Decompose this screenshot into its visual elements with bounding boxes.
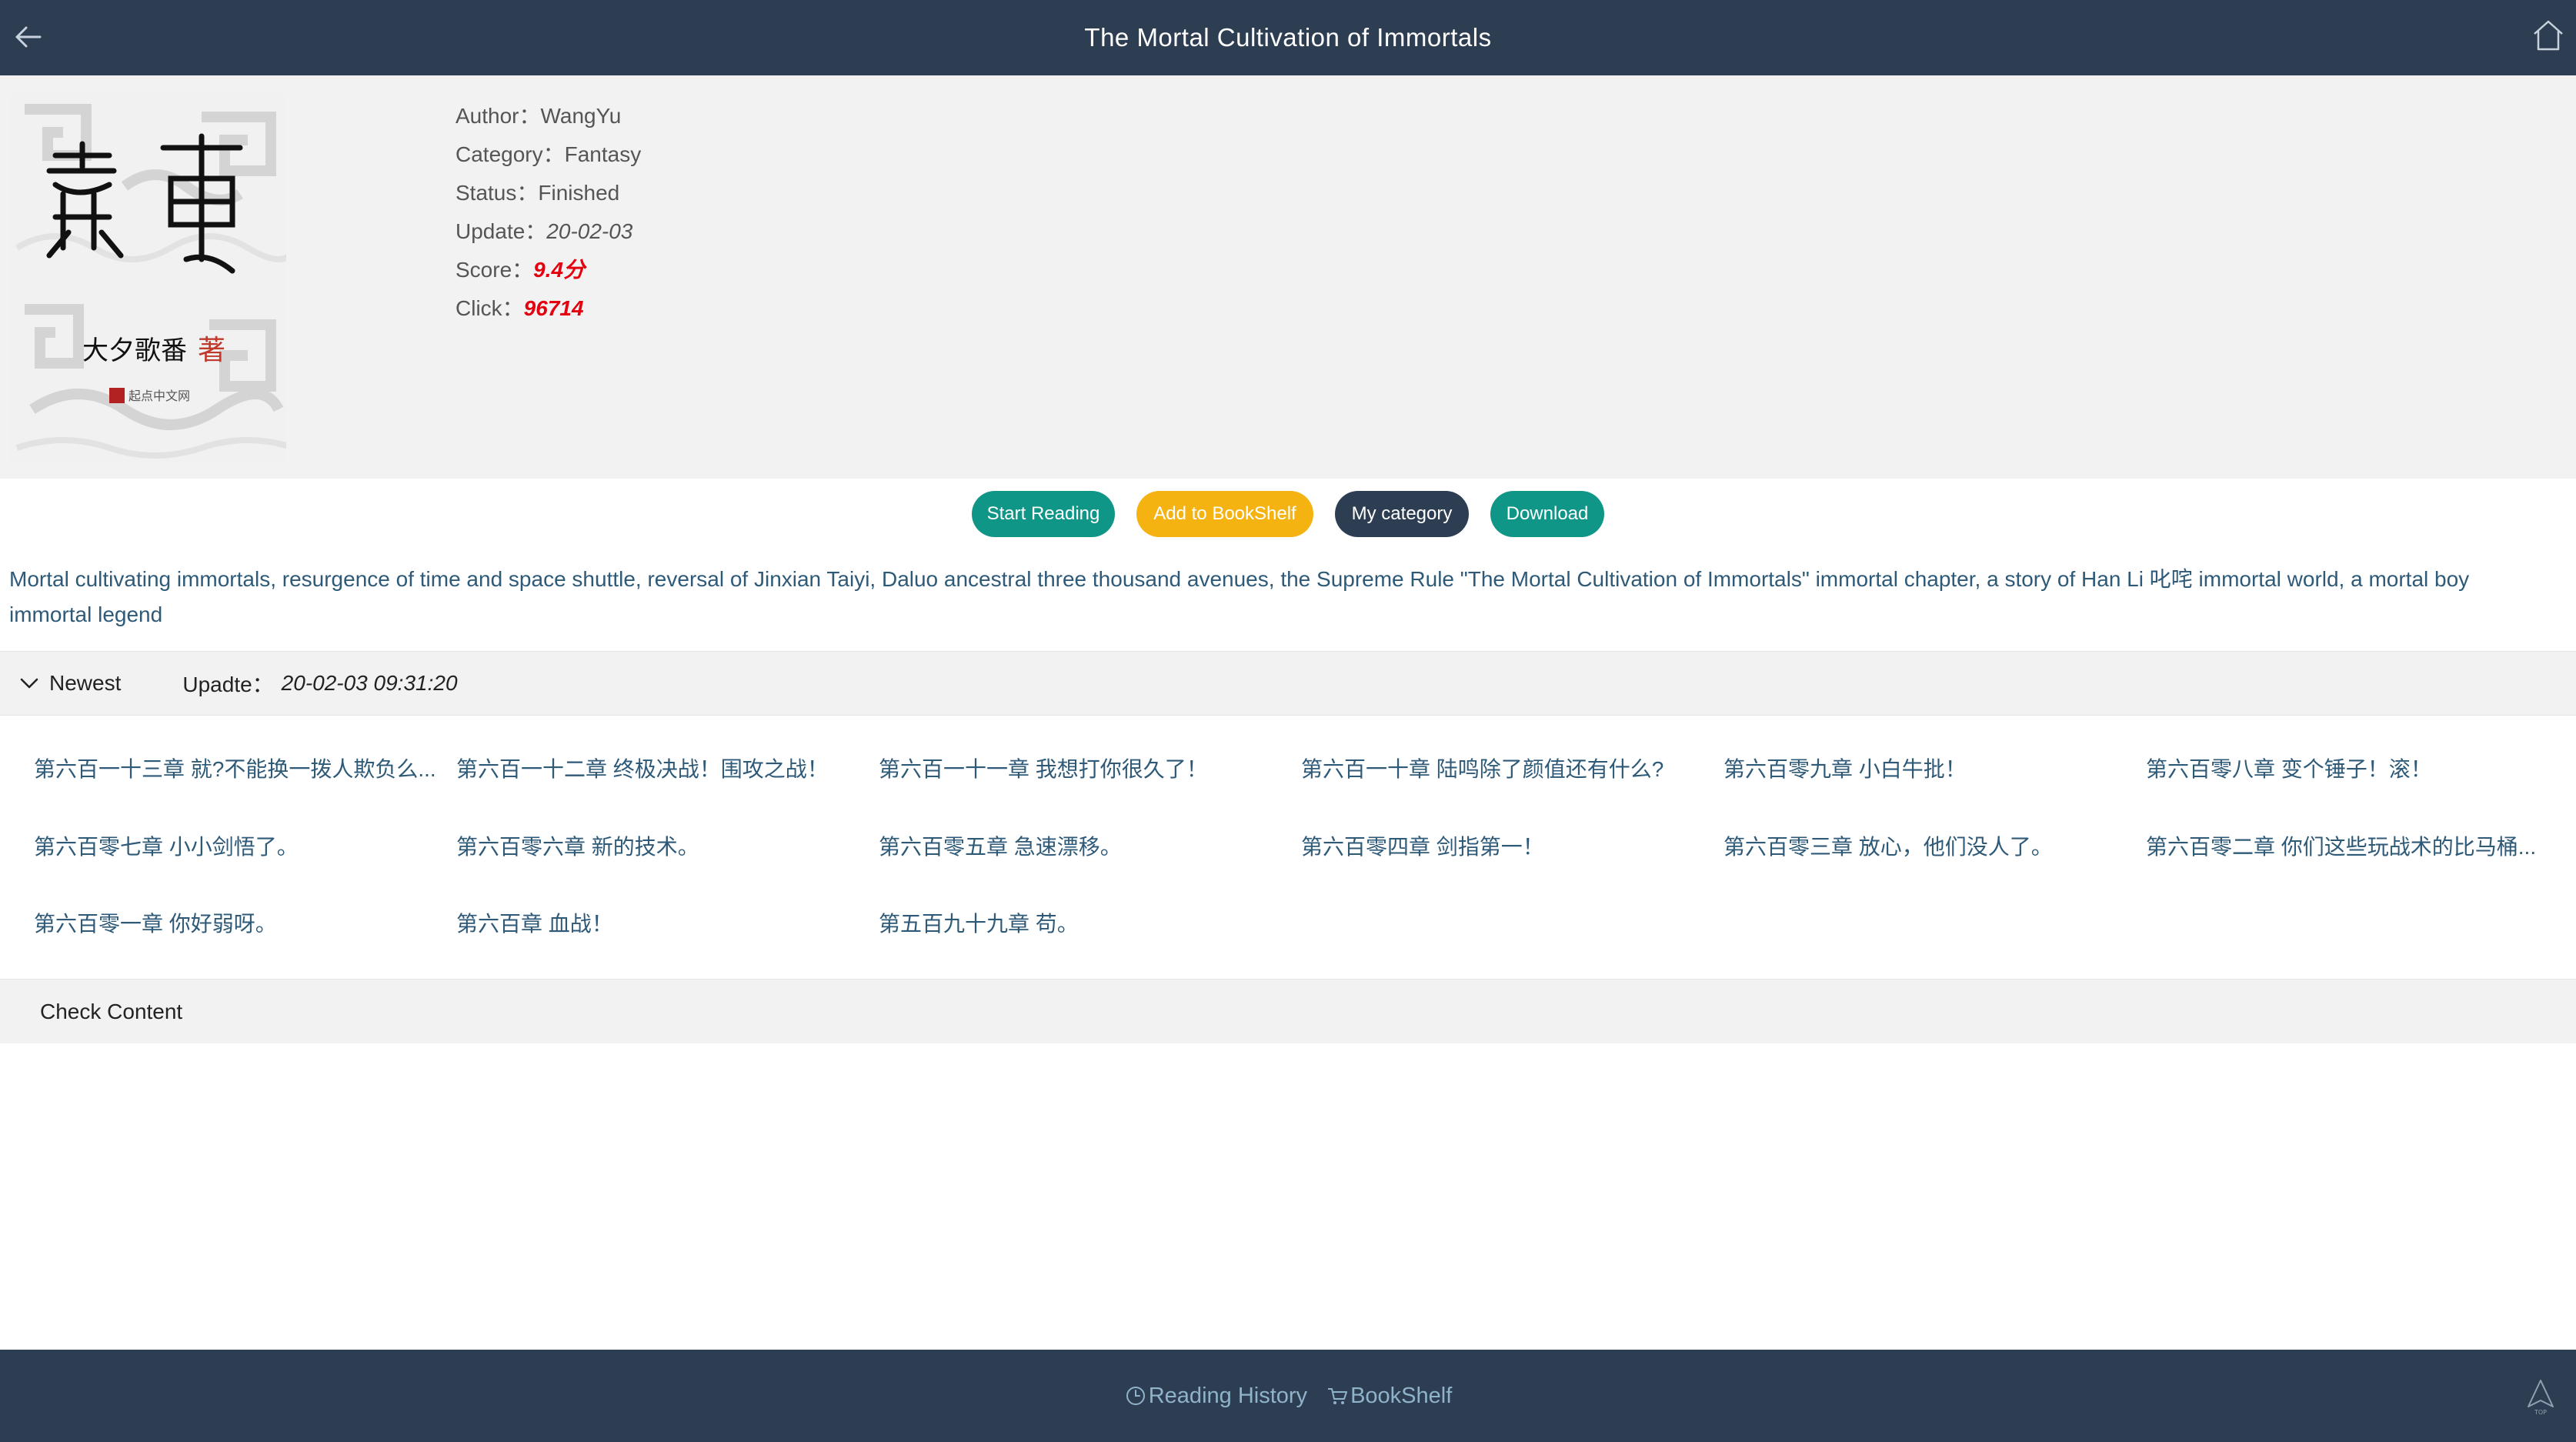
book-meta: Author：WangYu Category：Fantasy Status：Fi… (455, 97, 641, 328)
top-nav-bar: The Mortal Cultivation of Immortals (0, 0, 2576, 75)
chevron-down-icon[interactable] (18, 673, 40, 694)
author-row: Author：WangYu (455, 97, 641, 135)
chapter-link[interactable]: 第六百零一章 你好弱呀。 (34, 886, 442, 963)
cover-publisher-text: 起点中文网 (128, 389, 190, 403)
update-row: Update：20-02-03 (455, 212, 641, 251)
bookshelf-label: BookShelf (1350, 1383, 1453, 1408)
category-row: Category：Fantasy (455, 135, 641, 174)
status-value: Finished (538, 181, 620, 205)
chapter-link[interactable]: 第六百零六章 新的技术。 (456, 809, 864, 886)
action-buttons: Start Reading Add to BookShelf My catego… (0, 491, 2576, 537)
newest-label: Newest (49, 671, 122, 695)
click-label: Click： (455, 296, 524, 320)
chapter-link[interactable]: 第六百零八章 变个锤子！滚！ (2146, 731, 2554, 808)
page-title: The Mortal Cultivation of Immortals (1084, 23, 1492, 52)
chapter-link[interactable]: 第六百一十二章 终极决战！围攻之战！ (456, 731, 864, 808)
add-to-bookshelf-button[interactable]: Add to BookShelf (1136, 491, 1313, 537)
reading-history-label: Reading History (1148, 1383, 1308, 1408)
check-content-label: Check Content (40, 999, 183, 1023)
reading-history-link[interactable]: Reading History (1124, 1384, 1307, 1409)
chapter-link[interactable]: 第六百章 血战！ (456, 886, 864, 963)
cover-art: 大夕歌番 著 起点中文网 (9, 94, 286, 463)
chapter-link[interactable]: 第六百零二章 你们这些玩战术的比马桶... (2146, 809, 2554, 886)
chapter-link[interactable]: 第六百零三章 放心，他们没人了。 (1723, 809, 2131, 886)
update-label: Update： (455, 219, 547, 243)
bookshelf-link[interactable]: BookShelf (1326, 1384, 1452, 1409)
newest-chapters-header[interactable]: Newest Upadte： 20-02-03 09:31:20 (0, 651, 2576, 716)
click-row: Click：96714 (455, 289, 641, 328)
chapter-link[interactable]: 第六百零七章 小小剑悟了。 (34, 809, 442, 886)
chapter-link[interactable]: 第六百零五章 急速漂移。 (879, 809, 1286, 886)
back-arrow-icon[interactable] (9, 18, 46, 55)
start-reading-button[interactable]: Start Reading (972, 491, 1115, 537)
cart-icon (1328, 1388, 1348, 1404)
home-icon[interactable] (2530, 17, 2567, 54)
chapter-link[interactable]: 第五百九十九章 苟。 (879, 886, 1286, 963)
category-value: Fantasy (564, 142, 642, 166)
click-value: 96714 (523, 296, 584, 320)
cover-author-text: 大夕歌番 (82, 335, 187, 366)
back-to-top-icon[interactable]: TOP (2525, 1377, 2556, 1416)
category-label: Category： (455, 142, 565, 166)
update-value: 20-02-03 (546, 219, 633, 243)
newest-update-value: 20-02-03 09:31:20 (281, 671, 458, 695)
top-label: TOP (2534, 1409, 2547, 1416)
chapter-link[interactable]: 第六百零四章 剑指第一！ (1301, 809, 1709, 886)
author-label: Author： (455, 104, 541, 128)
download-button[interactable]: Download (1490, 491, 1604, 537)
chapter-link[interactable]: 第六百一十三章 就?不能换一拨人欺负么... (34, 731, 442, 808)
book-info-section: 大夕歌番 著 起点中文网 Author：WangYu Category：Fant… (0, 75, 2576, 479)
bottom-bar: Reading History BookShelf TOP (0, 1350, 2576, 1442)
chapter-link[interactable]: 第六百一十章 陆鸣除了颜值还有什么? (1301, 731, 1709, 808)
check-content-row[interactable]: Check Content (0, 979, 2576, 1043)
score-label: Score： (455, 258, 534, 282)
status-row: Status：Finished (455, 174, 641, 212)
book-description: Mortal cultivating immortals, resurgence… (9, 567, 2470, 626)
status-label: Status： (455, 181, 539, 205)
score-value: 9.4分 (533, 258, 586, 282)
clock-icon (1126, 1387, 1145, 1405)
score-row: Score：9.4分 (455, 251, 641, 289)
chapter-list: 第六百一十三章 就?不能换一拨人欺负么... 第六百一十二章 终极决战！围攻之战… (0, 731, 2576, 977)
author-value: WangYu (540, 104, 622, 128)
cover-author-suffix: 著 (198, 335, 225, 366)
my-category-button[interactable]: My category (1335, 491, 1469, 537)
chapter-link[interactable]: 第六百一十一章 我想打你很久了！ (879, 731, 1286, 808)
chapter-link[interactable]: 第六百零九章 小白牛批！ (1723, 731, 2131, 808)
newest-update-label: Upadte： (182, 673, 274, 696)
book-cover-image[interactable]: 大夕歌番 著 起点中文网 (9, 94, 286, 463)
